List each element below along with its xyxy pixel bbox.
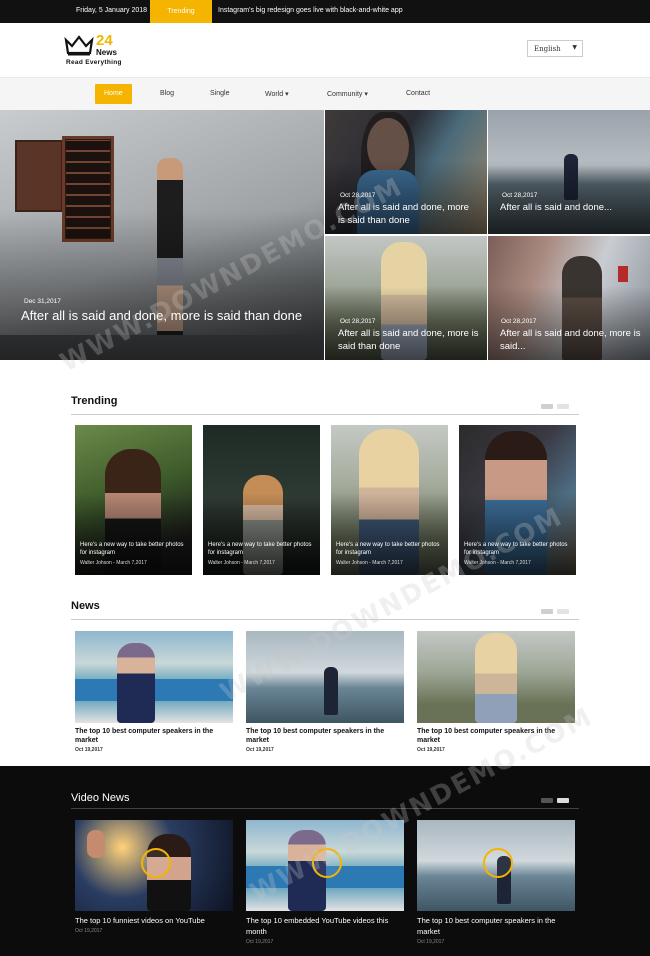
nav-item-community[interactable]: Community ▾ (327, 90, 368, 98)
section-title: Video News (71, 792, 130, 804)
video-news-section: Video News The top 10 funniest videos on… (0, 766, 650, 956)
card-meta: Oct 19,2017 (246, 747, 274, 753)
top-bar: Friday, 5 January 2018 Trending Instagra… (0, 0, 650, 29)
carousel-dots[interactable] (537, 396, 569, 414)
logo-brand: News (96, 48, 117, 57)
site-logo[interactable]: 24 News Read Everything (64, 32, 134, 72)
card-meta: Oct 19,2017 (75, 747, 103, 753)
section-title: News (71, 600, 100, 612)
hero-post[interactable]: Oct 28,2017 After all is said and done..… (488, 110, 650, 234)
card-title: The top 10 best computer speakers in the… (417, 728, 556, 744)
news-image (246, 631, 404, 723)
card-title: Here's a new way to take better photos f… (464, 542, 568, 556)
news-card[interactable]: The top 10 best computer speakers in the… (417, 631, 575, 753)
card-title: The top 10 embedded YouTube videos this … (246, 916, 389, 936)
card-meta: Walter Johson - March 7,2017 (464, 560, 531, 566)
play-button[interactable] (483, 848, 513, 878)
video-card[interactable]: The top 10 embedded YouTube videos this … (246, 820, 404, 945)
card-meta: Walter Johson - March 7,2017 (80, 560, 147, 566)
video-section-header: Video News (71, 788, 579, 809)
card-title: The top 10 best computer speakers in the… (75, 728, 214, 744)
post-title[interactable]: After all is said and done, more is said… (338, 327, 483, 353)
post-date: Oct 28,2017 (340, 318, 376, 325)
post-title[interactable]: After all is said and done... (500, 201, 640, 214)
card-meta: Walter Johson - March 7,2017 (208, 560, 275, 566)
trending-tag[interactable]: Trending (150, 0, 212, 29)
hero-grid: Dec 31,2017 After all is said and done, … (0, 110, 650, 360)
trending-card[interactable]: Here's a new way to take better photos f… (331, 425, 448, 575)
news-card[interactable]: The top 10 best computer speakers in the… (75, 631, 233, 753)
card-meta: Oct 19,2017 (417, 939, 445, 945)
main-nav: Home Blog Single World ▾ Community ▾ Con… (0, 77, 650, 110)
news-ticker[interactable]: Instagram's big redesign goes live with … (218, 7, 403, 14)
crown-icon (64, 35, 94, 56)
current-date: Friday, 5 January 2018 (76, 7, 148, 14)
hero-post[interactable]: Oct 28,2017 After all is said and done, … (325, 110, 487, 234)
trending-card[interactable]: Here's a new way to take better photos f… (203, 425, 320, 575)
video-thumbnail (246, 820, 404, 911)
trending-card[interactable]: Here's a new way to take better photos f… (459, 425, 576, 575)
post-title[interactable]: After all is said and done, more is said… (21, 308, 321, 324)
post-date: Oct 28,2017 (501, 318, 537, 325)
hero-post[interactable]: Oct 28,2017 After all is said and done, … (325, 236, 487, 360)
post-date: Oct 28,2017 (502, 192, 538, 199)
nav-item-contact[interactable]: Contact (406, 90, 430, 97)
site-header: 24 News Read Everything English ▼ (0, 23, 650, 77)
language-select[interactable]: English ▼ (527, 40, 583, 57)
news-card[interactable]: The top 10 best computer speakers in the… (246, 631, 404, 753)
card-title: The top 10 best computer speakers in the… (417, 916, 556, 936)
post-title[interactable]: After all is said and done, more is said… (338, 201, 473, 227)
video-thumbnail (417, 820, 575, 911)
video-card[interactable]: The top 10 funniest videos on YouTube Oc… (75, 820, 233, 934)
play-button[interactable] (141, 848, 171, 878)
post-title[interactable]: After all is said and done, more is said… (500, 327, 646, 353)
post-date: Oct 28,2017 (340, 192, 376, 199)
logo-number: 24 (96, 32, 113, 49)
card-meta: Walter Johson - March 7,2017 (336, 560, 403, 566)
card-title: Here's a new way to take better photos f… (80, 542, 184, 556)
news-section-header: News (71, 600, 579, 620)
nav-item-world[interactable]: World ▾ (265, 90, 289, 98)
nav-item-blog[interactable]: Blog (160, 90, 174, 97)
trending-card[interactable]: Here's a new way to take better photos f… (75, 425, 192, 575)
language-value: English (534, 45, 561, 53)
card-title: Here's a new way to take better photos f… (208, 542, 312, 556)
card-meta: Oct 19,2017 (246, 939, 274, 945)
card-title: Here's a new way to take better photos f… (336, 542, 440, 556)
card-title: The top 10 best computer speakers in the… (246, 728, 385, 744)
play-button[interactable] (312, 848, 342, 878)
nav-item-single[interactable]: Single (210, 90, 229, 97)
news-image (417, 631, 575, 723)
card-title: The top 10 funniest videos on YouTube (75, 916, 205, 925)
section-title: Trending (71, 395, 118, 407)
nav-item-home[interactable]: Home (95, 84, 132, 104)
hero-main-post[interactable]: Dec 31,2017 After all is said and done, … (0, 110, 324, 360)
logo-tagline: Read Everything (66, 59, 122, 66)
card-meta: Oct 19,2017 (75, 928, 103, 934)
chevron-down-icon: ▼ (572, 44, 577, 51)
video-card[interactable]: The top 10 best computer speakers in the… (417, 820, 575, 945)
post-date: Dec 31,2017 (24, 298, 61, 305)
carousel-dots[interactable] (537, 601, 569, 619)
news-image (75, 631, 233, 723)
video-thumbnail (75, 820, 233, 911)
card-meta: Oct 19,2017 (417, 747, 445, 753)
hero-post[interactable]: Oct 28,2017 After all is said and done, … (488, 236, 650, 360)
carousel-dots[interactable] (537, 790, 569, 808)
trending-section-header: Trending (71, 395, 579, 415)
